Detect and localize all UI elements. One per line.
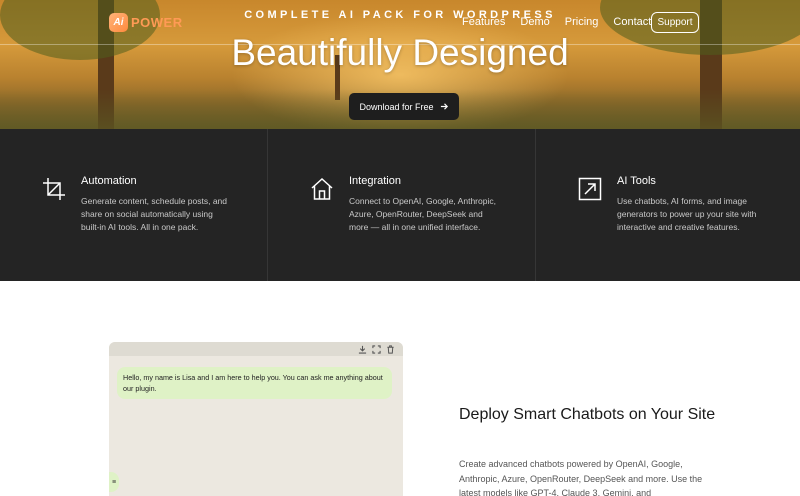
nav-pricing[interactable]: Pricing xyxy=(565,16,599,28)
feature-text: Generate content, schedule posts, and sh… xyxy=(81,196,228,232)
feature-text: Use chatbots, AI forms, and image genera… xyxy=(617,196,757,232)
home-icon xyxy=(311,177,333,200)
hero-banner: Ai POWER COMPLETE AI PACK FOR WORDPRESS … xyxy=(0,0,800,129)
feature-title: Integration xyxy=(349,175,401,187)
arrow-right-icon xyxy=(440,103,448,110)
crop-icon xyxy=(43,178,65,200)
nav-contact[interactable]: Contact xyxy=(613,16,651,28)
feature-title: AI Tools xyxy=(617,175,656,187)
section-title: Deploy Smart Chatbots on Your Site xyxy=(459,406,716,423)
feature-ai-tools: AI Tools Use chatbots, AI forms, and ima… xyxy=(536,129,800,281)
nav-demo[interactable]: Demo xyxy=(520,16,549,28)
fullscreen-icon[interactable] xyxy=(372,344,381,354)
section-text: Create advanced chatbots powered by Open… xyxy=(459,459,703,496)
hero-title: Beautifully Designed xyxy=(231,32,569,73)
feature-title: Automation xyxy=(81,175,137,187)
nav-features[interactable]: Features xyxy=(462,16,505,28)
features-strip: Automation Generate content, schedule po… xyxy=(0,129,800,281)
feature-text: Connect to OpenAI, Google, Anthropic, Az… xyxy=(349,196,496,232)
feature-automation: Automation Generate content, schedule po… xyxy=(0,129,268,281)
main-nav: Features Demo Pricing Contact Support xyxy=(462,12,699,33)
chatbot-preview: Hello, my name is Lisa and I am here to … xyxy=(109,342,403,496)
feature-integration: Integration Connect to OpenAI, Google, A… xyxy=(268,129,536,281)
download-button-label: Download for Free xyxy=(359,101,434,112)
chat-message: Hello, my name is Lisa and I am here to … xyxy=(117,367,392,399)
chat-toolbar xyxy=(109,342,403,356)
support-button[interactable]: Support xyxy=(651,12,699,33)
trash-icon[interactable] xyxy=(386,344,395,354)
download-button[interactable]: Download for Free xyxy=(349,93,459,120)
expand-icon xyxy=(578,177,602,201)
chat-drag-handle[interactable]: ≡ xyxy=(109,472,119,492)
download-icon[interactable] xyxy=(358,345,367,354)
